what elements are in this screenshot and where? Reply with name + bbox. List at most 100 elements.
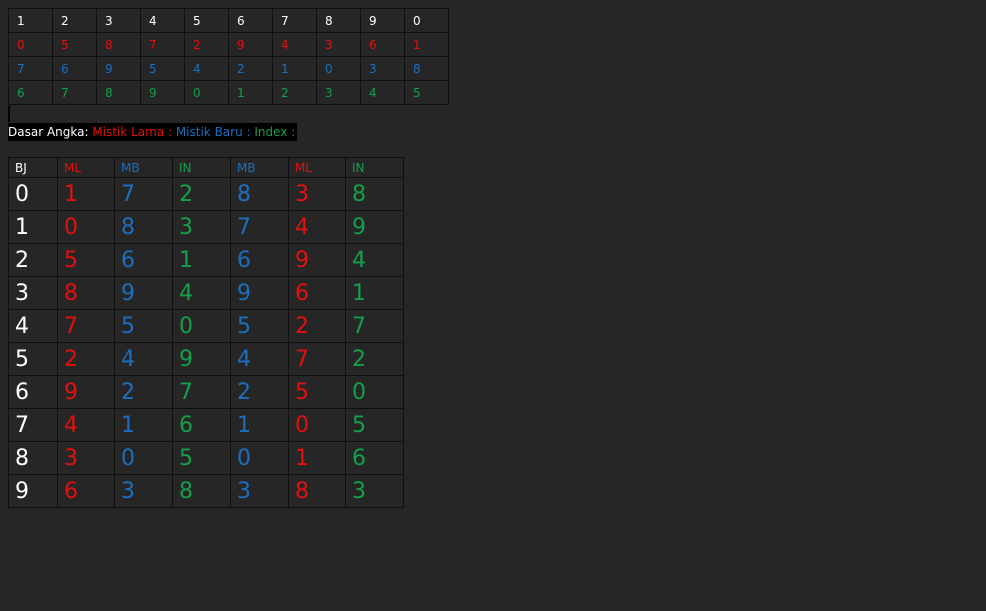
table-cell: 3 [57, 441, 115, 475]
table-cell: 3 [96, 8, 141, 33]
table-cell: 5 [172, 441, 231, 475]
table-cell: 2 [230, 375, 289, 409]
column-header: ML [288, 157, 346, 178]
table-cell: 9 [57, 375, 115, 409]
table-cell: 1 [8, 210, 58, 244]
table-cell: 7 [57, 309, 115, 343]
table-cell: 9 [140, 80, 185, 105]
table-cell: 2 [8, 243, 58, 277]
table-cell: 0 [114, 441, 173, 475]
table-row: 0172838 [8, 177, 404, 211]
table-cell: 0 [172, 309, 231, 343]
table-cell: 8 [57, 276, 115, 310]
table-cell: 7 [52, 80, 97, 105]
table-row: 2561694 [8, 243, 404, 277]
page: 1234567890058729436176954210386789012345… [0, 0, 986, 611]
table-cell: 5 [114, 309, 173, 343]
table-cell: 3 [360, 56, 405, 81]
table-cell: 8 [316, 8, 361, 33]
table-cell: 5 [230, 309, 289, 343]
table-cell: 5 [140, 56, 185, 81]
table-cell: 8 [404, 56, 449, 81]
table-cell: 2 [228, 56, 273, 81]
table-cell: 6 [52, 56, 97, 81]
table-cell: 4 [172, 276, 231, 310]
table-cell: 5 [184, 8, 229, 33]
table-cell: 3 [8, 276, 58, 310]
column-header: IN [345, 157, 404, 178]
table-cell: 0 [288, 408, 346, 442]
table-cell: 4 [360, 80, 405, 105]
table-cell: 2 [114, 375, 173, 409]
table-row: 4750527 [8, 309, 404, 343]
table-cell: 1 [172, 243, 231, 277]
table-cell: 9 [8, 474, 58, 508]
table-cell: 7 [8, 56, 53, 81]
table-cell: 4 [230, 342, 289, 376]
table-cell: 7 [345, 309, 404, 343]
table-cell: 6 [172, 408, 231, 442]
table-row: 1083749 [8, 210, 404, 244]
table-cell: 9 [360, 8, 405, 33]
number-conversion-table: BJ ML MB IN MB ML IN 0 1 7 2 8 3 8 1 0 8 3 7 4 9 2 5 6 1 6 9 4 3 8 9 4 9… [8, 157, 404, 508]
table-cell: 8 [96, 32, 141, 57]
table-cell: 4 [288, 210, 346, 244]
table-cell: 4 [184, 56, 229, 81]
table-cell: 3 [288, 177, 346, 211]
caption-spacer [8, 106, 10, 122]
table-cell: 4 [140, 8, 185, 33]
table-cell: 8 [172, 474, 231, 508]
mistik-reference-table: 1234567890058729436176954210386789012345 [8, 8, 449, 105]
table-cell: 0 [230, 441, 289, 475]
table-cell: 6 [288, 276, 346, 310]
mistik-lama-row: 0587294361 [8, 32, 449, 57]
table-cell: 5 [288, 375, 346, 409]
table-cell: 5 [8, 342, 58, 376]
table-cell: 1 [288, 441, 346, 475]
column-header: MB [230, 157, 289, 178]
table-cell: 1 [114, 408, 173, 442]
table-cell: 2 [52, 8, 97, 33]
table-cell: 1 [8, 8, 53, 33]
legend-caption: Dasar Angka: Mistik Lama : Mistik Baru :… [8, 123, 298, 141]
table-cell: 7 [140, 32, 185, 57]
table-header-row: BJ ML MB IN MB ML IN [8, 157, 404, 178]
column-header: ML [57, 157, 115, 178]
legend-index: Index : [250, 125, 296, 139]
legend-prefix: Dasar Angka: [8, 125, 89, 139]
table-row: 3894961 [8, 276, 404, 310]
table-cell: 8 [114, 210, 173, 244]
table-cell: 6 [360, 32, 405, 57]
column-header: MB [114, 157, 173, 178]
table-cell: 1 [57, 177, 115, 211]
table-cell: 9 [172, 342, 231, 376]
table-cell: 1 [230, 408, 289, 442]
table-cell: 6 [114, 243, 173, 277]
table-cell: 4 [57, 408, 115, 442]
table-cell: 5 [345, 408, 404, 442]
table-row: 9638383 [8, 474, 404, 508]
table-cell: 5 [52, 32, 97, 57]
table-cell: 7 [8, 408, 58, 442]
table-cell: 7 [272, 8, 317, 33]
table-cell: 2 [184, 32, 229, 57]
table-cell: 7 [288, 342, 346, 376]
table-cell: 8 [288, 474, 346, 508]
table-cell: 3 [114, 474, 173, 508]
column-header: IN [172, 157, 231, 178]
table-cell: 5 [404, 80, 449, 105]
table-cell: 1 [228, 80, 273, 105]
table-cell: 6 [230, 243, 289, 277]
table-cell: 7 [230, 210, 289, 244]
table-cell: 1 [345, 276, 404, 310]
table-cell: 8 [230, 177, 289, 211]
table-cell: 3 [172, 210, 231, 244]
table-cell: 9 [228, 32, 273, 57]
table-cell: 4 [114, 342, 173, 376]
table-cell: 0 [8, 177, 58, 211]
table-cell: 3 [316, 80, 361, 105]
table-row: 6927250 [8, 375, 404, 409]
table-cell: 6 [57, 474, 115, 508]
table-cell: 8 [96, 80, 141, 105]
table-cell: 9 [345, 210, 404, 244]
